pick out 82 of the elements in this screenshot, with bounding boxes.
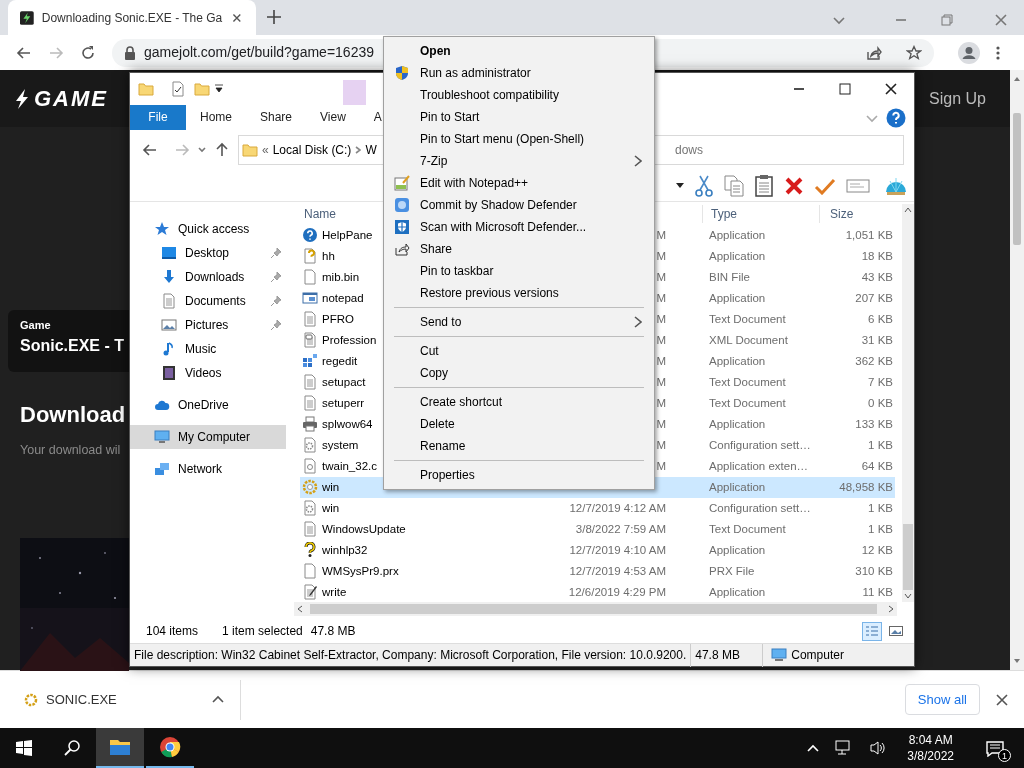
file-name: write xyxy=(322,584,347,600)
file-name: setupact xyxy=(322,374,366,390)
size-cell: 0 KB xyxy=(868,396,893,409)
page-heading: Download xyxy=(20,401,126,429)
size-cell: 11 KB xyxy=(862,585,893,598)
file-name: winhlp32 xyxy=(322,542,368,558)
file-name: system xyxy=(322,437,359,453)
type-cell: Text Document xyxy=(709,312,786,325)
file-name: splwow64 xyxy=(322,416,373,432)
date-cell: M xyxy=(656,249,666,262)
file-name: twain_32.c xyxy=(322,458,377,474)
date-cell: 12/7/2019 4:10 AM xyxy=(569,543,666,556)
card-title: Sonic.EXE - T xyxy=(20,335,124,356)
date-cell: M xyxy=(656,417,666,430)
type-cell: Application xyxy=(709,585,766,598)
date-cell: 12/7/2019 4:53 AM xyxy=(569,564,666,577)
size-cell: 31 KB xyxy=(861,333,893,346)
size-cell: 207 KB xyxy=(855,291,893,304)
type-cell: XML Document xyxy=(709,333,788,346)
file-name: regedit xyxy=(322,353,358,369)
file-size: 47.8 MB xyxy=(695,647,740,662)
date-cell: M xyxy=(656,333,666,346)
card-label: Game xyxy=(20,318,51,333)
size-cell: 7 KB xyxy=(868,375,893,388)
size-cell: 1 KB xyxy=(868,501,893,514)
file-name: notepad xyxy=(322,290,364,306)
date-cell: M xyxy=(656,396,666,409)
size-cell: 18 KB xyxy=(861,249,893,262)
size-cell: 6 KB xyxy=(868,312,893,325)
size-cell: 1 KB xyxy=(868,438,893,451)
file-name: mib.bin xyxy=(322,269,360,285)
selection-size: 47.8 MB xyxy=(310,623,356,641)
size-cell: 64 KB xyxy=(861,459,893,472)
file-name: Profession xyxy=(322,332,377,348)
size-cell: 12 KB xyxy=(861,543,893,556)
size-cell: 1,051 KB xyxy=(845,228,893,241)
selection-count: 1 item selected xyxy=(222,623,303,641)
date-cell: M xyxy=(656,312,666,325)
size-cell: 133 KB xyxy=(855,417,893,430)
date-cell: M xyxy=(656,354,666,367)
location-label: Computer xyxy=(791,647,844,664)
type-cell: Application xyxy=(709,291,766,304)
type-cell: Application xyxy=(709,480,766,493)
size-cell: 48,958 KB xyxy=(839,480,893,493)
file-name: win xyxy=(322,479,340,495)
type-cell: PRX File xyxy=(709,564,755,577)
type-cell: Application xyxy=(709,354,766,367)
date-cell: M xyxy=(656,228,666,241)
size-cell: 362 KB xyxy=(855,354,893,367)
date-cell: M xyxy=(656,291,666,304)
type-cell: Text Document xyxy=(709,375,786,388)
type-cell: Application xyxy=(709,417,766,430)
type-cell: BIN File xyxy=(709,270,750,283)
date-cell: M xyxy=(656,459,666,472)
date-cell: 3/8/2022 7:59 AM xyxy=(575,522,666,535)
file-description: File description: Win32 Cabinet Self-Extractor, Company: Microsoft Corporation, File version: 10.0.9200. xyxy=(130,643,692,667)
date-cell: 12/6/2019 4:29 PM xyxy=(568,585,666,598)
date-cell: M xyxy=(656,270,666,283)
type-cell: Text Document xyxy=(709,522,786,535)
file-name: setuperr xyxy=(322,395,365,411)
size-cell: 310 KB xyxy=(855,564,893,577)
notification-badge: 1 xyxy=(998,749,1011,762)
file-name: PFRO xyxy=(322,311,354,327)
file-name: WindowsUpdate xyxy=(322,521,406,537)
type-cell: Application exten… xyxy=(709,459,809,472)
size-cell: 43 KB xyxy=(861,270,893,283)
type-cell: Application xyxy=(709,228,766,241)
file-name: WMSysPr9.prx xyxy=(322,563,399,579)
type-cell: Text Document xyxy=(709,396,786,409)
item-count: 104 items xyxy=(146,623,199,641)
type-cell: Application xyxy=(709,543,766,556)
type-cell: Configuration sett… xyxy=(709,501,811,514)
date-cell: 12/7/2019 4:12 AM xyxy=(569,501,666,514)
file-name: hh xyxy=(322,248,335,264)
file-name: win xyxy=(322,500,340,516)
type-cell: Application xyxy=(709,249,766,262)
size-cell: 1 KB xyxy=(868,522,893,535)
type-cell: Configuration sett… xyxy=(709,438,811,451)
date-cell: M xyxy=(656,438,666,451)
download-note: Your download wil xyxy=(20,442,121,459)
date-cell: M xyxy=(656,375,666,388)
file-name: HelpPane xyxy=(322,227,373,243)
